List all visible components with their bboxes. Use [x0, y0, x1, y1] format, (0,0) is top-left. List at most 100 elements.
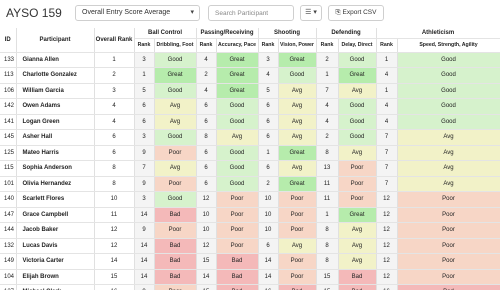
col-rank[interactable]: Rank	[196, 38, 217, 53]
skill-rating: Avg	[338, 238, 377, 254]
skill-rank: 4	[376, 98, 398, 115]
skill-rank: 1	[376, 52, 398, 68]
skill-rating: Bad	[154, 207, 197, 223]
overall-rank: 16	[94, 284, 135, 290]
skill-rating: Poor	[278, 191, 317, 208]
table-row[interactable]: 132 Lucas Davis 12 14 Bad 12 Poor 6 Avg 8 Avg 12 Poo…	[0, 238, 500, 254]
table-row[interactable]: 125 Mateo Harris 6 9 Poor 6 Good 1 Great 8 Avg 7 Avg	[0, 145, 500, 161]
skill-rating: Bad	[154, 238, 197, 254]
score-select-dropdown[interactable]: Overall Entry Score Average ▾	[75, 5, 200, 21]
table-row[interactable]: 145 Asher Hall 6 3 Good 8 Avg 6 Avg 2 Good 7 Avg	[0, 129, 500, 146]
participant-id: 145	[0, 129, 17, 146]
skill-rank: 2	[316, 52, 339, 68]
skill-rating: Great	[278, 52, 317, 68]
group-passing-receiving: Passing/Receiving	[196, 28, 259, 39]
skill-rank: 9	[134, 176, 155, 192]
skill-rank: 12	[376, 253, 398, 270]
col-rank[interactable]: Rank	[134, 38, 155, 53]
skill-rating: Avg	[278, 114, 317, 130]
participant-name: Grace Campbell	[16, 207, 95, 223]
skill-rating: Avg	[278, 98, 317, 115]
table-row[interactable]: 149 Victoria Carter 14 14 Bad 15 Bad 14 Poor 8 Avg…	[0, 253, 500, 270]
skill-rank: 8	[316, 222, 339, 239]
overall-rank: 2	[94, 67, 135, 84]
col-id[interactable]: ID	[0, 28, 17, 53]
overall-rank: 8	[94, 176, 135, 192]
table-row[interactable]: 141 Logan Green 4 6 Avg 6 Good 6 Avg 4 Good 4 Good	[0, 114, 500, 130]
participant-id: 113	[0, 67, 17, 84]
skill-rank: 3	[134, 52, 155, 68]
table-row[interactable]: 127Michael Clark169Poor15Bad16Bad15Bad16…	[0, 284, 500, 290]
table-row[interactable]: 106 William Garcia 3 5 Good 4 Great 5 Avg 7 Avg 1 Go…	[0, 83, 500, 99]
skill-rank: 9	[134, 284, 155, 290]
skill-rating: Avg	[338, 222, 377, 239]
group-athleticism: Athleticism	[376, 28, 500, 39]
col-accuracy-pace[interactable]: Accuracy, Pace	[216, 38, 259, 53]
skill-rating: Great	[278, 176, 317, 192]
skill-rating: Avg	[397, 145, 500, 161]
skill-rank: 6	[196, 98, 217, 115]
skill-rating: Avg	[278, 129, 317, 146]
skill-rating: Good	[216, 176, 259, 192]
skill-rating: Avg	[154, 114, 197, 130]
app-title: AYSO 159	[6, 6, 62, 20]
select-value: Overall Entry Score Average	[82, 9, 171, 16]
skill-rating: Good	[216, 98, 259, 115]
table-row[interactable]: 104 Elijah Brown 15 14 Bad 14 Bad 14 Poor 15 Bad 12…	[0, 269, 500, 285]
participant-id: 132	[0, 238, 17, 254]
table-row[interactable]: 101 Olivia Hernandez 8 9 Poor 6 Good 2 Great 11 Po…	[0, 176, 500, 192]
group-shooting: Shooting	[258, 28, 317, 39]
col-dribbling-foot[interactable]: Dribbling, Foot	[154, 38, 197, 53]
skill-rating: Avg	[216, 129, 259, 146]
table-row[interactable]: 140 Scarlett Flores 10 3 Good 12 Poor 10 Poor 11 P…	[0, 191, 500, 208]
overall-rank: 14	[94, 253, 135, 270]
col-rank[interactable]: Rank	[258, 38, 279, 53]
col-vision-power[interactable]: Vision, Power	[278, 38, 317, 53]
table-row[interactable]: 115 Sophia Anderson 8 7 Avg 6 Good 6 Avg 13 Poor 7 A…	[0, 160, 500, 177]
participant-id: 127	[0, 284, 17, 290]
table-row[interactable]: 147 Grace Campbell 11 14 Bad 10 Poor 10 Poor 1 Gre…	[0, 207, 500, 223]
skill-rank: 12	[376, 222, 398, 239]
col-rank[interactable]: Rank	[376, 38, 398, 53]
participant-name: Owen Adams	[16, 98, 95, 115]
overall-rank: 15	[94, 269, 135, 285]
skill-rank: 1	[376, 83, 398, 99]
col-delay-direct[interactable]: Delay, Direct	[338, 38, 377, 53]
search-input[interactable]	[208, 5, 294, 21]
participant-id: 115	[0, 160, 17, 177]
skill-rank: 15	[196, 284, 217, 290]
skill-rating: Bad	[338, 269, 377, 285]
export-csv-button[interactable]: ⎘ Export CSV	[328, 5, 384, 21]
skill-rating: Avg	[338, 253, 377, 270]
table-row[interactable]: 113 Charlotte Gonzalez 2 1 Great 2 Great 4 Good 1…	[0, 67, 500, 84]
col-overall-rank[interactable]: Overall Rank	[94, 28, 135, 53]
skill-rating: Good	[338, 129, 377, 146]
skill-rank: 16	[376, 284, 398, 290]
skill-rank: 1	[316, 207, 339, 223]
skill-rank: 10	[196, 222, 217, 239]
skill-rating: Bad	[278, 284, 317, 290]
col-speed-strength-agility[interactable]: Speed, Strength, Agility	[397, 38, 500, 53]
skill-rating: Avg	[154, 160, 197, 177]
table-row[interactable]: 142 Owen Adams 4 6 Avg 6 Good 6 Avg 4 Good 4 Good	[0, 98, 500, 115]
skill-rating: Poor	[397, 269, 500, 285]
list-options-button[interactable]: ☰ ▾	[300, 5, 322, 21]
skill-rank: 6	[196, 145, 217, 161]
skill-rating: Poor	[338, 191, 377, 208]
skill-rank: 8	[316, 238, 339, 254]
table-row[interactable]: 133 Gianna Allen 1 3 Good 4 Great 3 Great 2 Good 1 G…	[0, 52, 500, 68]
skill-rating: Poor	[397, 238, 500, 254]
skill-rank: 10	[196, 207, 217, 223]
skill-rating: Great	[338, 67, 377, 84]
col-participant[interactable]: Participant	[16, 28, 95, 53]
participant-name: Asher Hall	[16, 129, 95, 146]
skill-rating: Good	[397, 52, 500, 68]
skill-rating: Bad	[154, 253, 197, 270]
skill-rank: 6	[134, 98, 155, 115]
skill-rank: 8	[316, 253, 339, 270]
skill-rank: 7	[376, 160, 398, 177]
col-rank[interactable]: Rank	[316, 38, 339, 53]
skill-rank: 6	[134, 114, 155, 130]
participant-name: Charlotte Gonzalez	[16, 67, 95, 84]
table-row[interactable]: 144 Jacob Baker 12 9 Poor 10 Poor 10 Poor 8 Avg 12 P…	[0, 222, 500, 239]
